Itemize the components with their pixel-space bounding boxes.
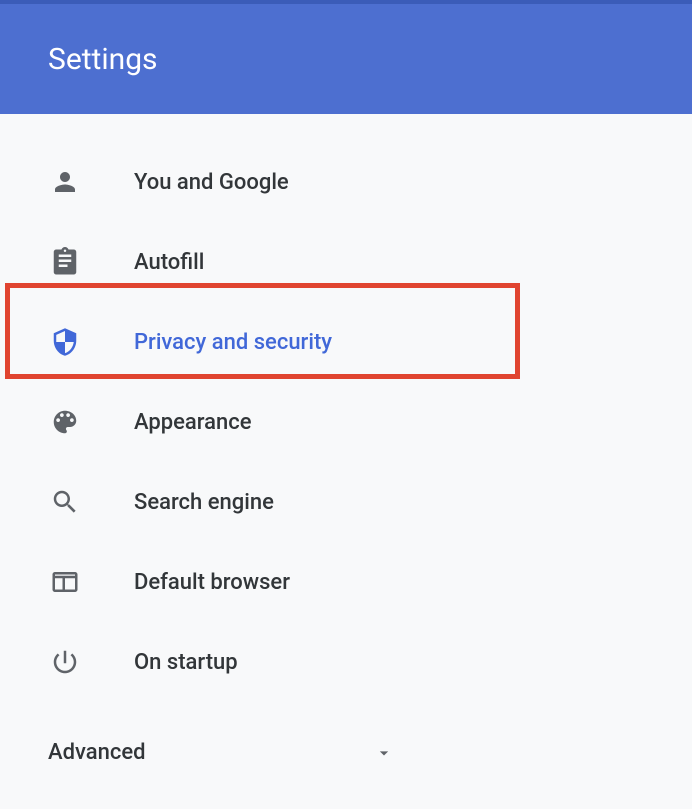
advanced-toggle[interactable]: Advanced (0, 702, 692, 765)
nav-label: Appearance (134, 410, 252, 435)
nav-label: Default browser (134, 570, 290, 595)
nav-label: Autofill (134, 250, 204, 275)
settings-nav: You and Google Autofill Privacy and secu… (0, 114, 692, 702)
nav-item-on-startup[interactable]: On startup (0, 622, 692, 702)
nav-label: Search engine (134, 490, 274, 515)
nav-label: You and Google (134, 170, 289, 195)
palette-icon (50, 407, 80, 437)
nav-item-you-and-google[interactable]: You and Google (0, 142, 692, 222)
nav-label: Privacy and security (134, 330, 332, 355)
chevron-down-icon (374, 743, 394, 763)
browser-icon (50, 567, 80, 597)
nav-item-autofill[interactable]: Autofill (0, 222, 692, 302)
nav-item-search-engine[interactable]: Search engine (0, 462, 692, 542)
nav-item-privacy-security[interactable]: Privacy and security (0, 302, 692, 382)
search-icon (50, 487, 80, 517)
power-icon (50, 647, 80, 677)
nav-item-default-browser[interactable]: Default browser (0, 542, 692, 622)
clipboard-icon (50, 247, 80, 277)
nav-label: On startup (134, 650, 238, 675)
advanced-label: Advanced (48, 740, 146, 765)
page-title: Settings (48, 42, 158, 77)
person-icon (50, 167, 80, 197)
shield-icon (50, 327, 80, 357)
settings-header: Settings (0, 0, 692, 114)
nav-item-appearance[interactable]: Appearance (0, 382, 692, 462)
